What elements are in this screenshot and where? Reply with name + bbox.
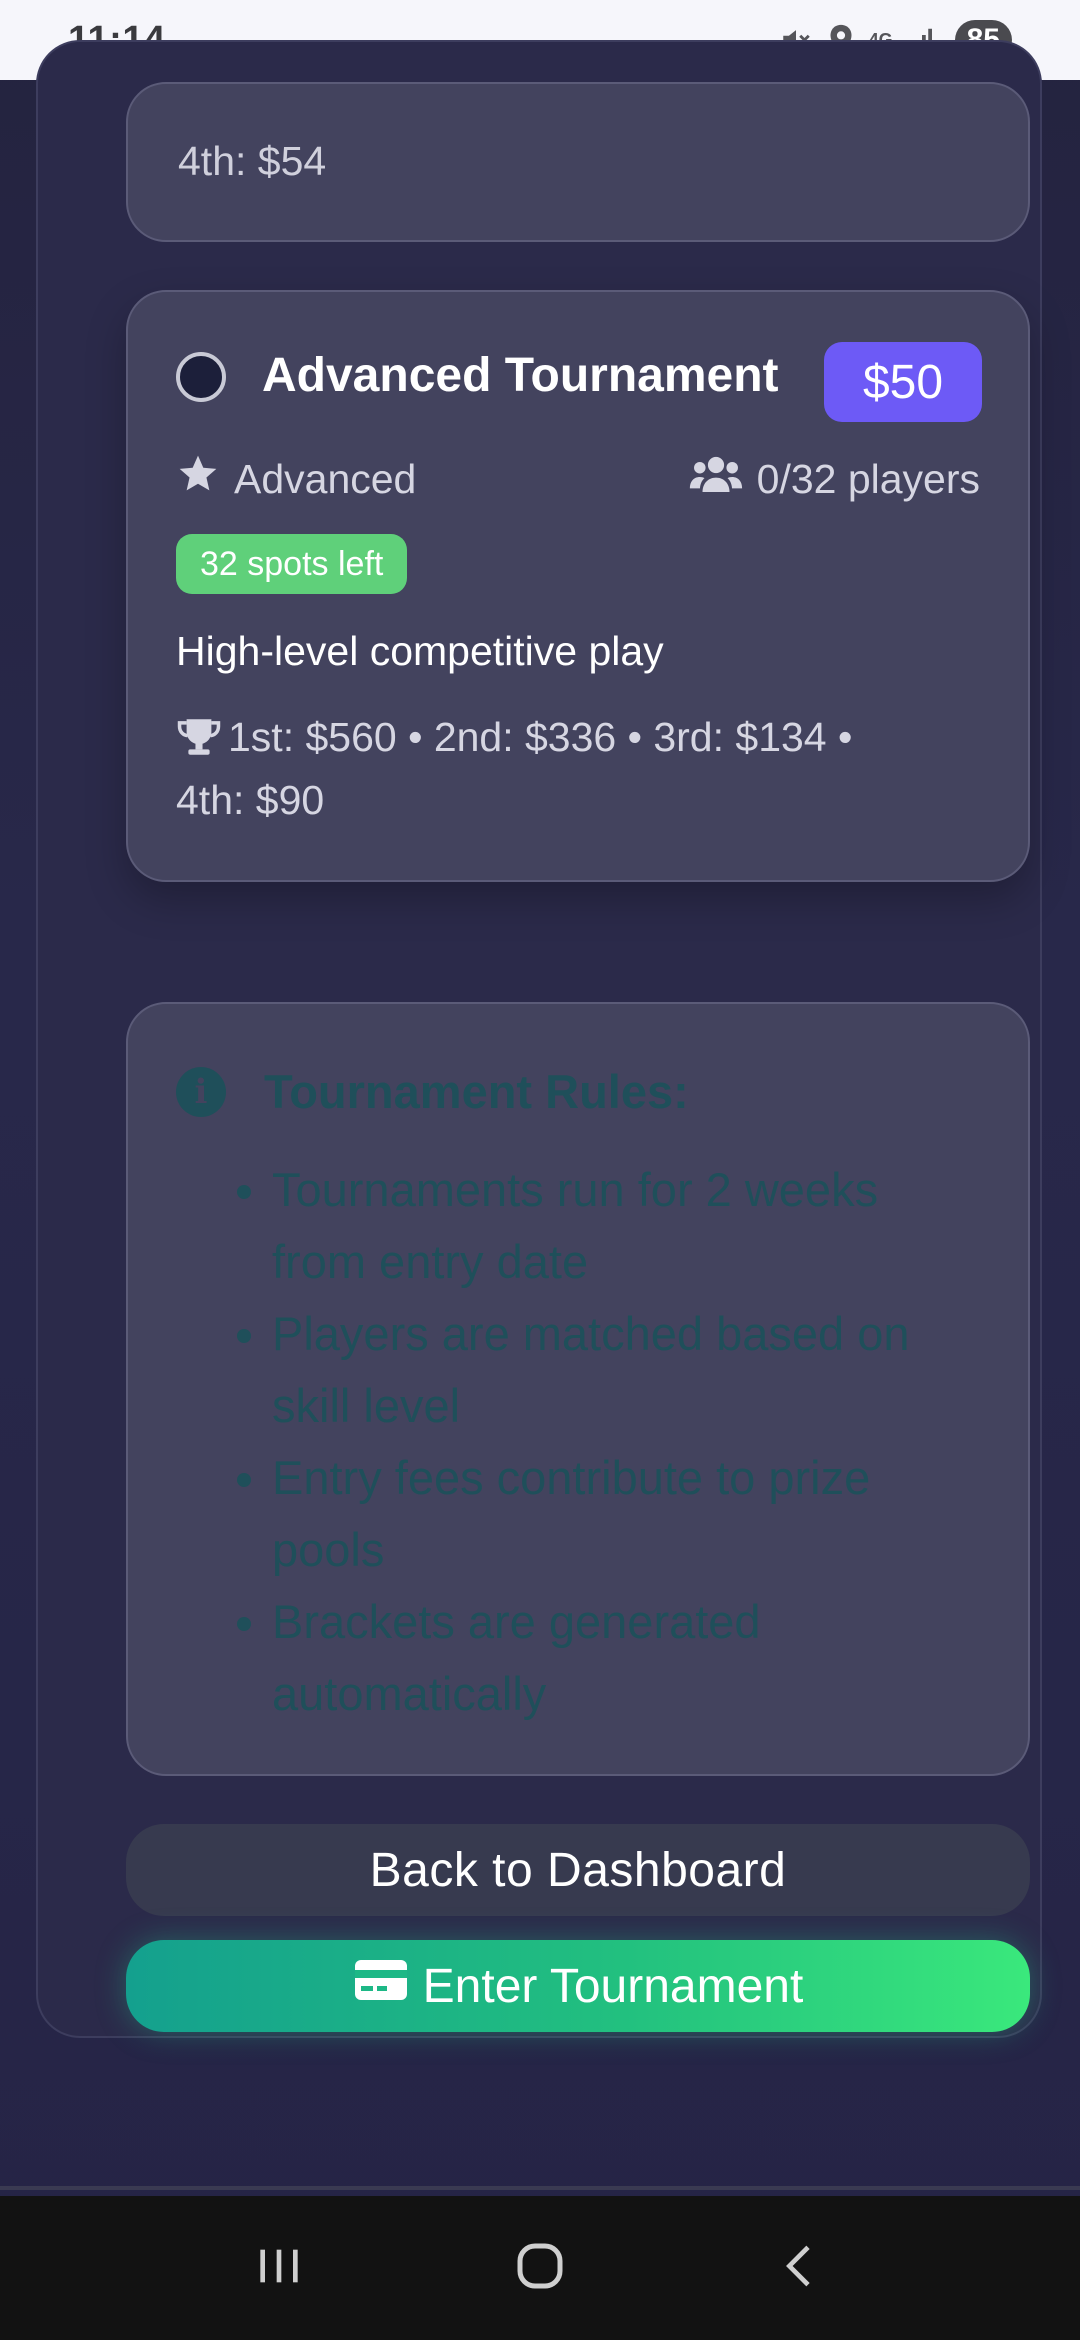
home-icon[interactable] bbox=[510, 2236, 570, 2301]
screen: 11:14 4G 85 4th: $54 Advanced Tournament… bbox=[0, 0, 1080, 2340]
previous-tournament-card[interactable]: 4th: $54 bbox=[126, 82, 1030, 242]
prize-line-2: 4th: $90 bbox=[176, 777, 325, 823]
advanced-tournament-card[interactable]: Advanced Tournament $50 Advanced 0/32 pl… bbox=[126, 290, 1030, 882]
rule-item: Players are matched based on skill level bbox=[272, 1298, 972, 1442]
skill-level-label: Advanced bbox=[234, 455, 417, 502]
back-to-dashboard-button[interactable]: Back to Dashboard bbox=[126, 1824, 1030, 1916]
rules-list: Tournaments run for 2 weeks from entry d… bbox=[272, 1154, 972, 1730]
rule-item: Brackets are generated automatically bbox=[272, 1586, 972, 1730]
enter-tournament-label: Enter Tournament bbox=[422, 1959, 804, 2013]
rule-item: Tournaments run for 2 weeks from entry d… bbox=[272, 1154, 972, 1298]
prize-distribution: 1st: $560 • 2nd: $336 • 3rd: $134 • 4th:… bbox=[176, 706, 976, 832]
info-icon: i bbox=[176, 1066, 226, 1117]
skill-level: Advanced bbox=[176, 452, 416, 506]
rules-card: i Tournament Rules: Tournaments run for … bbox=[126, 1002, 1030, 1776]
price-badge: $50 bbox=[824, 342, 982, 422]
previous-prize-line: 4th: $54 bbox=[178, 138, 327, 184]
rule-item: Entry fees contribute to prize pools bbox=[272, 1442, 972, 1586]
tournament-panel: 4th: $54 Advanced Tournament $50 Advance… bbox=[36, 40, 1042, 2038]
tournament-title: Advanced Tournament bbox=[262, 349, 779, 402]
tournament-radio[interactable] bbox=[176, 352, 226, 402]
tournament-description: High-level competitive play bbox=[176, 628, 664, 674]
player-count-label: 0/32 players bbox=[756, 455, 980, 502]
rules-header: i Tournament Rules: bbox=[176, 1064, 689, 1119]
back-icon[interactable] bbox=[773, 2238, 829, 2299]
prize-line-1: 1st: $560 • 2nd: $336 • 3rd: $134 • bbox=[228, 714, 853, 760]
credit-card-icon bbox=[353, 1958, 409, 2014]
trophy-icon bbox=[176, 714, 228, 760]
enter-tournament-button[interactable]: Enter Tournament bbox=[126, 1940, 1030, 2032]
users-icon bbox=[689, 452, 743, 506]
rules-title: Tournament Rules: bbox=[264, 1065, 689, 1118]
nav-divider bbox=[0, 2186, 1080, 2190]
star-icon bbox=[176, 452, 220, 506]
spots-left-badge: 32 spots left bbox=[176, 534, 408, 594]
player-count: 0/32 players bbox=[689, 452, 980, 506]
system-nav-bar bbox=[0, 2196, 1080, 2340]
recent-apps-icon[interactable] bbox=[251, 2238, 307, 2299]
